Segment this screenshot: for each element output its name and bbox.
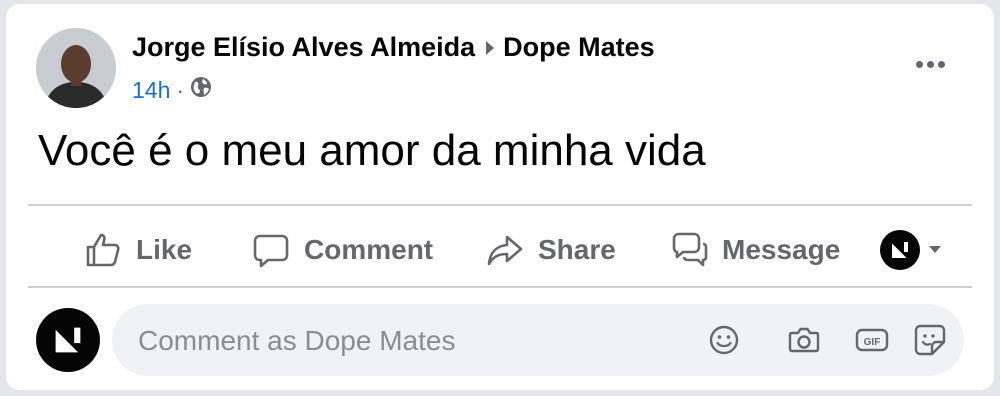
divider-top (28, 204, 972, 206)
camera-icon[interactable] (786, 322, 822, 358)
more-dot-icon (915, 60, 923, 68)
emoji-icon[interactable] (706, 322, 742, 358)
chevron-down-icon (929, 246, 941, 253)
more-options-button[interactable] (910, 52, 950, 76)
page-logo-icon (880, 230, 920, 270)
share-button[interactable]: Share (486, 216, 616, 284)
comment-bubble-icon (253, 234, 289, 268)
comment-composer: GIF (112, 304, 964, 378)
share-arrow-icon (487, 235, 523, 266)
author-name[interactable]: Jorge Elísio Alves Almeida (132, 32, 475, 63)
message-label: Message (722, 234, 841, 265)
message-button[interactable]: Message (670, 216, 840, 284)
globe-icon[interactable] (190, 76, 212, 104)
share-label: Share (538, 234, 616, 265)
page-logo-icon (54, 326, 82, 354)
post-body-text: Você é o meu amor da minha vida (38, 126, 706, 175)
post-header-names: Jorge Elísio Alves Almeida Dope Mates (132, 32, 655, 63)
author-avatar[interactable] (36, 28, 116, 108)
gif-icon[interactable]: GIF (854, 322, 890, 358)
more-dot-icon (937, 60, 945, 68)
comment-button[interactable]: Comment (252, 216, 433, 284)
messenger-icon (672, 232, 708, 267)
svg-text:GIF: GIF (864, 337, 881, 348)
comment-input[interactable] (136, 304, 660, 378)
like-button[interactable]: Like (84, 216, 192, 284)
post-card: Jorge Elísio Alves Almeida Dope Mates 14… (6, 4, 994, 390)
group-name[interactable]: Dope Mates (503, 32, 655, 63)
thumbs-up-icon (86, 233, 120, 267)
page-switcher[interactable] (880, 230, 942, 270)
more-dot-icon (926, 60, 934, 68)
caret-right-icon (485, 32, 495, 63)
commenter-page-avatar[interactable] (36, 308, 100, 372)
post-actions-bar: Like Comment Share Message (28, 216, 972, 284)
meta-separator: · (176, 76, 185, 103)
comment-label: Comment (304, 234, 434, 265)
post-meta: 14h · (132, 76, 212, 104)
sticker-icon[interactable] (912, 322, 948, 358)
divider-bottom (28, 286, 972, 288)
post-timestamp[interactable]: 14h (132, 77, 170, 104)
like-label: Like (136, 234, 193, 265)
